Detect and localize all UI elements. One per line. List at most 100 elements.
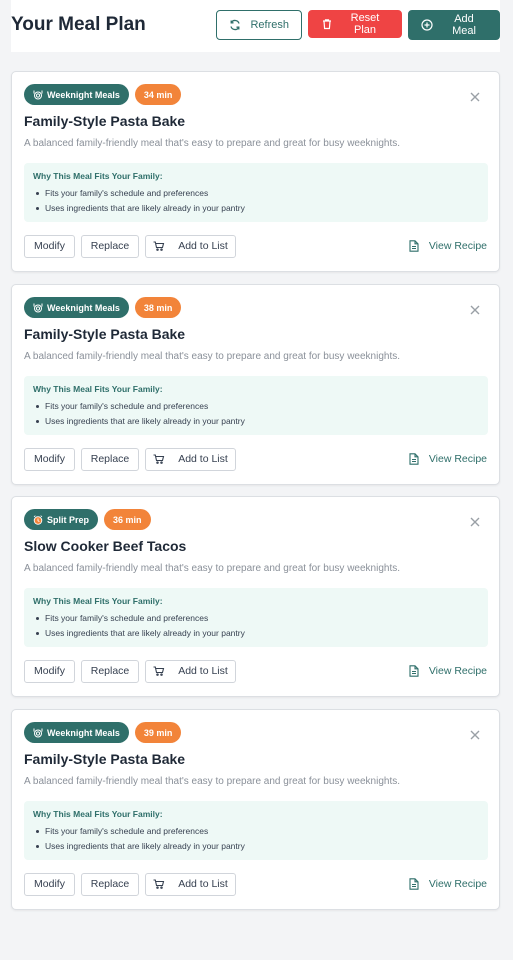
modify-button[interactable]: Modify <box>24 872 75 896</box>
badge-row: Weeknight Meals 34 min <box>24 84 182 105</box>
document-icon <box>409 878 419 890</box>
view-recipe-label: View Recipe <box>428 878 487 890</box>
why-fits-reason: Fits your family's schedule and preferen… <box>33 186 479 201</box>
header-actions: Refresh Reset Plan Add Meal <box>216 10 500 40</box>
meal-type-badge: Split Prep <box>24 509 99 530</box>
meal-card: Weeknight Meals 39 min Family-Style Past… <box>11 709 500 910</box>
why-fits-reason: Uses ingredients that are likely already… <box>33 626 479 641</box>
cart-icon <box>153 241 165 251</box>
cart-icon <box>153 879 165 889</box>
trash-icon <box>323 19 331 30</box>
refresh-label: Refresh <box>250 19 289 31</box>
plate-icon <box>33 303 43 312</box>
card-actions: Modify Replace Add to List View Recipe <box>24 234 487 258</box>
plate-icon <box>33 728 43 737</box>
replace-button[interactable]: Replace <box>81 447 139 471</box>
modify-button[interactable]: Modify <box>24 234 75 258</box>
why-fits-box: Why This Meal Fits Your Family: Fits you… <box>24 801 488 860</box>
reset-plan-button[interactable]: Reset Plan <box>308 10 402 38</box>
view-recipe-label: View Recipe <box>428 665 487 677</box>
add-to-list-button[interactable]: Add to List <box>145 872 236 896</box>
meal-type-badge: Weeknight Meals <box>24 297 129 318</box>
page-title: Your Meal Plan <box>11 14 146 35</box>
why-fits-list: Fits your family's schedule and preferen… <box>33 611 479 641</box>
meal-title: Family-Style Pasta Bake <box>24 113 186 129</box>
why-fits-title: Why This Meal Fits Your Family: <box>33 384 163 394</box>
why-fits-reason: Fits your family's schedule and preferen… <box>33 824 479 839</box>
document-icon <box>409 453 419 465</box>
meal-description: A balanced family-friendly meal that's e… <box>24 138 401 149</box>
why-fits-reason: Uses ingredients that are likely already… <box>33 414 479 429</box>
view-recipe-label: View Recipe <box>428 453 487 465</box>
view-recipe-link[interactable]: View Recipe <box>409 665 487 677</box>
page-header: Your Meal Plan Refresh Reset Plan Add Me… <box>11 0 500 52</box>
cook-time-badge: 38 min <box>134 297 182 318</box>
meal-type-badge: Weeknight Meals <box>24 84 129 105</box>
meal-description: A balanced family-friendly meal that's e… <box>24 351 401 362</box>
add-to-list-button[interactable]: Add to List <box>145 659 236 683</box>
modify-button[interactable]: Modify <box>24 659 75 683</box>
why-fits-box: Why This Meal Fits Your Family: Fits you… <box>24 588 488 647</box>
document-icon <box>409 240 419 252</box>
replace-button[interactable]: Replace <box>81 234 139 258</box>
why-fits-list: Fits your family's schedule and preferen… <box>33 824 479 854</box>
card-actions: Modify Replace Add to List View Recipe <box>24 659 487 683</box>
meal-title: Family-Style Pasta Bake <box>24 751 186 767</box>
close-icon[interactable] <box>469 516 481 528</box>
card-actions: Modify Replace Add to List View Recipe <box>24 447 487 471</box>
replace-button[interactable]: Replace <box>81 659 139 683</box>
cook-time-badge: 39 min <box>134 722 182 743</box>
view-recipe-label: View Recipe <box>428 240 487 252</box>
card-actions: Modify Replace Add to List View Recipe <box>24 872 487 896</box>
add-to-list-button[interactable]: Add to List <box>145 234 236 258</box>
document-icon <box>409 665 419 677</box>
meal-type-label: Weeknight Meals <box>47 727 120 738</box>
badge-row: Weeknight Meals 38 min <box>24 297 182 318</box>
reset-plan-label: Reset Plan <box>350 12 380 36</box>
why-fits-reason: Fits your family's schedule and preferen… <box>33 611 479 626</box>
why-fits-box: Why This Meal Fits Your Family: Fits you… <box>24 163 488 222</box>
meal-title: Family-Style Pasta Bake <box>24 326 186 342</box>
view-recipe-link[interactable]: View Recipe <box>409 453 487 465</box>
view-recipe-link[interactable]: View Recipe <box>409 878 487 890</box>
replace-button[interactable]: Replace <box>81 872 139 896</box>
add-meal-label: Add Meal <box>452 13 476 37</box>
refresh-button[interactable]: Refresh <box>216 10 302 40</box>
why-fits-title: Why This Meal Fits Your Family: <box>33 171 163 181</box>
meal-description: A balanced family-friendly meal that's e… <box>24 563 401 574</box>
refresh-icon <box>230 19 240 31</box>
close-icon[interactable] <box>469 304 481 316</box>
why-fits-title: Why This Meal Fits Your Family: <box>33 596 163 606</box>
meal-type-label: Weeknight Meals <box>47 302 120 313</box>
add-to-list-label: Add to List <box>178 665 228 677</box>
why-fits-reason: Uses ingredients that are likely already… <box>33 839 479 854</box>
close-icon[interactable] <box>469 91 481 103</box>
cook-time-badge: 36 min <box>104 509 151 530</box>
modify-button[interactable]: Modify <box>24 447 75 471</box>
why-fits-list: Fits your family's schedule and preferen… <box>33 399 479 429</box>
cart-icon <box>153 454 165 464</box>
why-fits-reason: Uses ingredients that are likely already… <box>33 201 479 216</box>
add-to-list-button[interactable]: Add to List <box>145 447 236 471</box>
add-to-list-label: Add to List <box>178 453 228 465</box>
meal-card: Weeknight Meals 34 min Family-Style Past… <box>11 71 500 272</box>
close-icon[interactable] <box>469 729 481 741</box>
add-to-list-label: Add to List <box>178 878 228 890</box>
add-meal-button[interactable]: Add Meal <box>408 10 500 40</box>
meal-description: A balanced family-friendly meal that's e… <box>24 776 401 787</box>
meal-type-label: Weeknight Meals <box>47 89 120 100</box>
plus-circle-icon <box>421 19 433 31</box>
alarm-clock-icon <box>33 514 43 525</box>
meal-type-badge: Weeknight Meals <box>24 722 129 743</box>
badge-row: Split Prep 36 min <box>24 509 151 530</box>
add-to-list-label: Add to List <box>178 240 228 252</box>
meal-title: Slow Cooker Beef Tacos <box>24 538 187 554</box>
view-recipe-link[interactable]: View Recipe <box>409 240 487 252</box>
why-fits-list: Fits your family's schedule and preferen… <box>33 186 479 216</box>
meal-type-label: Split Prep <box>47 514 90 525</box>
meal-card: Weeknight Meals 38 min Family-Style Past… <box>11 284 500 485</box>
meal-card: Split Prep 36 min Slow Cooker Beef Tacos… <box>11 496 500 697</box>
cart-icon <box>153 666 165 676</box>
cook-time-badge: 34 min <box>134 84 182 105</box>
plate-icon <box>33 90 43 99</box>
